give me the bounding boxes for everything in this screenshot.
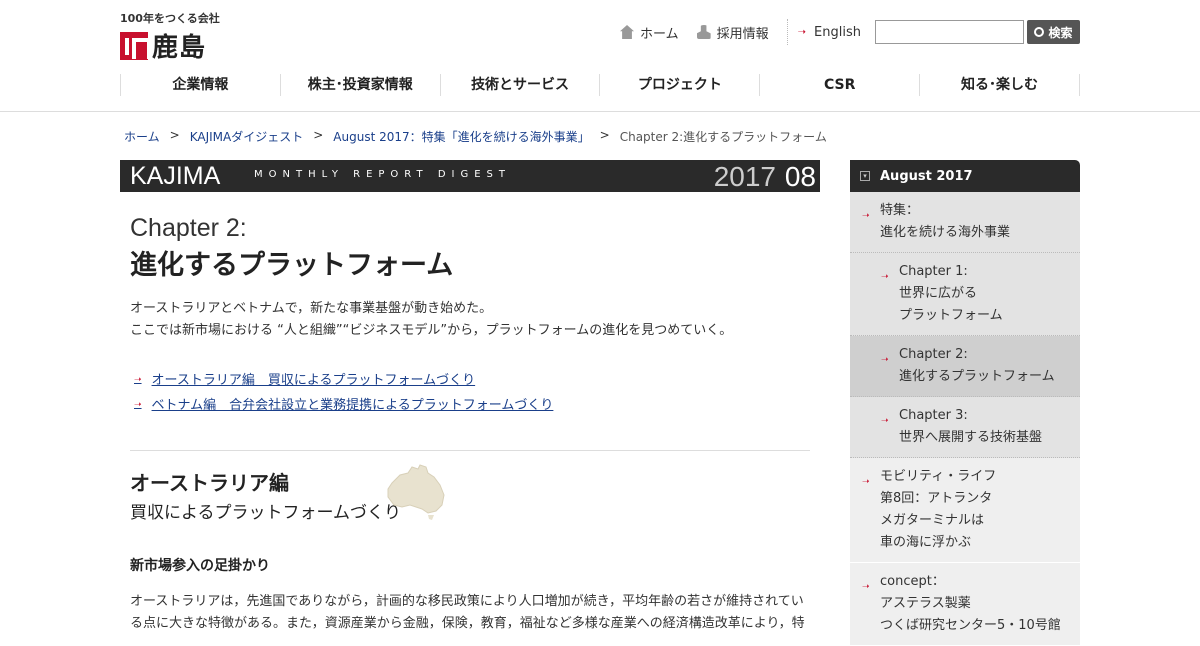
arrow-right-icon: ➝ <box>881 416 889 426</box>
jump-link-vietnam[interactable]: ➝ ベトナム編 合弁会社設立と業務提携によるプラットフォームづくり <box>130 393 810 418</box>
jump-links: ➝ オーストラリア編 買収によるプラットフォームづくり ➝ ベトナム編 合弁会社… <box>130 368 810 418</box>
sidebar-item-label: つくば研究センター5・10号館 <box>880 618 1061 633</box>
sidebar-item-label: 進化を続ける海外事業 <box>880 225 1011 240</box>
sidebar-item-feature[interactable]: ➝ 特集： 進化を続ける海外事業 <box>850 192 1080 253</box>
breadcrumb-issue[interactable]: August 2017：特集「進化を続ける海外事業」 <box>333 128 589 145</box>
digest-banner: KAJIMA MONTHLY REPORT DIGEST 2017 08 <box>120 160 820 192</box>
arrow-right-icon: ➝ <box>881 272 889 282</box>
jump-link-label: ベトナム編 合弁会社設立と業務提携によるプラットフォームづくり <box>151 398 554 413</box>
util-recruit-link[interactable]: 採用情報 <box>696 23 769 42</box>
utility-nav: ホーム 採用情報 ➝ English 検索 <box>620 19 1080 45</box>
sidebar-item-label: 進化するプラットフォーム <box>899 369 1055 384</box>
breadcrumb-digest[interactable]: KAJIMAダイジェスト <box>190 128 304 145</box>
util-home-label: ホーム <box>640 26 679 42</box>
arrow-right-icon: ➝ <box>881 355 889 365</box>
banner-logo: KAJIMA <box>130 162 221 190</box>
global-nav: 企業情報 株主･投資家情報 技術とサービス プロジェクト CSR 知る･楽しむ <box>120 74 1080 96</box>
subsection-heading: 新市場参入の足掛かり <box>130 558 270 574</box>
sidebar-item-label: プラットフォーム <box>899 308 1003 323</box>
breadcrumb-current: Chapter 2:進化するプラットフォーム <box>619 130 827 144</box>
home-icon <box>620 25 635 39</box>
sidebar-item-label: Chapter 1: <box>899 264 968 279</box>
jump-link-label: オーストラリア編 買収によるプラットフォームづくり <box>151 373 476 388</box>
search-button-label: 検索 <box>1048 25 1073 40</box>
search-button[interactable]: 検索 <box>1027 20 1080 44</box>
breadcrumb-separator: > <box>599 128 610 142</box>
australia-map-icon <box>387 464 445 520</box>
arrow-right-icon: ➝ <box>862 211 870 221</box>
lead-text: オーストラリアとベトナムで，新たな事業基盤が動き始めた。 ここでは新市場における… <box>130 298 810 342</box>
sidebar-item-chapter3[interactable]: ➝ Chapter 3: 世界へ展開する技術基盤 <box>850 397 1080 458</box>
main-content: Chapter 2: 進化するプラットフォーム オーストラリアとベトナムで，新た… <box>130 214 810 635</box>
gnav-technology[interactable]: 技術とサービス <box>439 74 600 96</box>
sidebar-item-label: 第8回：アトランタ <box>880 491 993 506</box>
banner-month: 08 <box>784 161 816 192</box>
sidebar-item-concept[interactable]: ➝ concept： アステラス製薬 つくば研究センター5・10号館 <box>850 563 1080 646</box>
english-link[interactable]: ➝ English <box>798 25 861 40</box>
body-line: る点に大きな特徴がある。また，資源産業から金融，保険，教育，福祉など多様な産業へ… <box>130 616 805 631</box>
sidebar-item-label: 車の海に浮かぶ <box>880 535 972 550</box>
sidebar-item-label: 特集： <box>880 203 920 218</box>
sidebar-item-label: モビリティ・ライフ <box>880 469 997 484</box>
english-label: English <box>814 24 861 40</box>
page-title: 進化するプラットフォーム <box>130 250 454 281</box>
banner-year: 2017 <box>713 161 776 192</box>
kajima-logo[interactable]: 100年をつくる会社 鹿島 <box>120 10 230 63</box>
lead-line: ここでは新市場における “人と組織”“ビジネスモデル”から，プラットフォームの進… <box>130 323 733 338</box>
sidebar-header[interactable]: ▾ August 2017 <box>850 160 1080 192</box>
breadcrumb-home[interactable]: ホーム <box>124 128 160 145</box>
search-icon <box>1034 27 1045 37</box>
gnav-company[interactable]: 企業情報 <box>120 74 280 96</box>
sidebar-item-label: メガターミナルは <box>880 513 985 528</box>
jump-link-australia[interactable]: ➝ オーストラリア編 買収によるプラットフォームづくり <box>130 368 810 393</box>
gnav-learn[interactable]: 知る･楽しむ <box>919 74 1080 96</box>
section-subtitle: 買収によるプラットフォームづくり <box>130 503 401 523</box>
util-home-link[interactable]: ホーム <box>620 23 679 42</box>
sidebar-item-label: Chapter 2: <box>899 347 968 362</box>
sidebar-item-mobility[interactable]: ➝ モビリティ・ライフ 第8回：アトランタ メガターミナルは 車の海に浮かぶ <box>850 458 1080 563</box>
person-icon <box>696 25 711 39</box>
search-input[interactable] <box>875 20 1024 44</box>
banner-subtitle: MONTHLY REPORT DIGEST <box>254 169 511 180</box>
sidebar-item-chapter1[interactable]: ➝ Chapter 1: 世界に広がる プラットフォーム <box>850 253 1080 336</box>
gnav-investors[interactable]: 株主･投資家情報 <box>279 74 440 96</box>
sidebar-item-label: Chapter 3: <box>899 408 968 423</box>
gnav-projects[interactable]: プロジェクト <box>599 74 759 96</box>
sidebar-item-label: concept： <box>880 574 945 589</box>
section-title: オーストラリア編 <box>130 471 289 495</box>
gnav-csr[interactable]: CSR <box>759 74 919 96</box>
sidebar: ▾ August 2017 ➝ 特集： 進化を続ける海外事業 ➝ Chapter… <box>850 160 1080 646</box>
breadcrumb: ホーム > KAJIMAダイジェスト > August 2017：特集「進化を続… <box>124 128 827 145</box>
collapse-icon: ▾ <box>860 171 870 181</box>
arrow-right-icon: ➝ <box>134 400 142 410</box>
divider <box>130 450 810 451</box>
util-recruit-label: 採用情報 <box>716 26 769 42</box>
divider <box>786 19 788 45</box>
arrow-right-icon: ➝ <box>797 26 807 38</box>
kajima-mark-icon <box>120 31 151 60</box>
breadcrumb-separator: > <box>169 128 180 142</box>
body-line: オーストラリアは，先進国でありながら，計画的な移民政策により人口増加が続き，平均… <box>130 594 804 609</box>
arrow-right-icon: ➝ <box>862 582 870 592</box>
sidebar-item-label: アステラス製薬 <box>880 596 971 611</box>
sidebar-item-label: 世界へ展開する技術基盤 <box>899 430 1043 445</box>
body-paragraph: オーストラリアは，先進国でありながら，計画的な移民政策により人口増加が続き，平均… <box>130 591 810 635</box>
logo-tagline: 100年をつくる会社 <box>120 12 220 25</box>
arrow-right-icon: ➝ <box>862 477 870 487</box>
sidebar-header-label: August 2017 <box>880 168 973 184</box>
chapter-number: Chapter 2: <box>130 214 247 242</box>
site-header: 100年をつくる会社 鹿島 ホーム 採用情報 ➝ English 検索 企業情報… <box>0 0 1200 112</box>
arrow-right-icon: ➝ <box>134 375 142 385</box>
sidebar-item-chapter2[interactable]: ➝ Chapter 2: 進化するプラットフォーム <box>850 336 1080 397</box>
logo-name: 鹿島 <box>152 33 207 63</box>
lead-line: オーストラリアとベトナムで，新たな事業基盤が動き始めた。 <box>130 301 493 316</box>
breadcrumb-separator: > <box>313 128 324 142</box>
section-header: オーストラリア編 買収によるプラットフォームづくり <box>130 464 810 527</box>
sidebar-item-label: 世界に広がる <box>899 286 978 301</box>
